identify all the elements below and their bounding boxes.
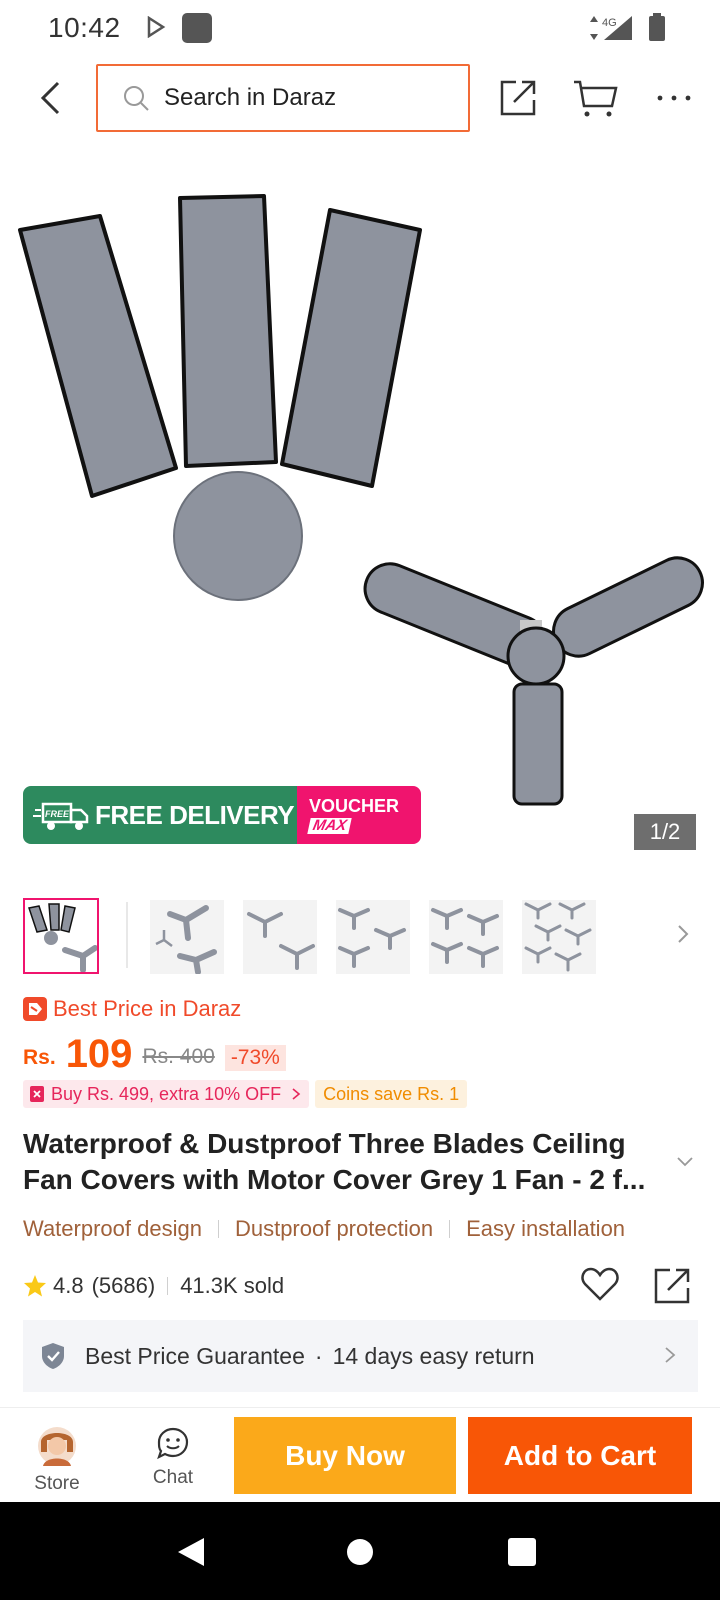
guarantee-text: Best Price Guarantee [85,1342,305,1369]
status-bar: 10:42 4G [0,0,720,56]
shield-check-icon [42,1343,64,1369]
app-notification-icon [182,13,212,43]
image-page-indicator: 1/2 [634,814,696,850]
rating-value: 4.8 [53,1273,84,1298]
thumbnail-1[interactable] [23,898,99,974]
back-arrow-icon [40,81,60,115]
battery-icon [649,13,665,41]
system-navigation-bar [0,1502,720,1600]
feature-highlights: Waterproof design Dustproof protection E… [23,1214,703,1244]
product-image [18,194,704,806]
buy-more-promo[interactable]: Buy Rs. 499, extra 10% OFF [23,1080,310,1108]
network-type: 4G [602,17,617,29]
voucher-max-badge: VOUCHER MAX [297,786,421,844]
free-delivery-label: FREE DELIVERY [95,799,295,830]
nav-recents-icon[interactable] [508,1538,536,1566]
search-input[interactable]: Search in Daraz [96,64,470,132]
product-title[interactable]: Waterproof & Dustproof Three Blades Ceil… [23,1126,663,1198]
buy-more-text: Buy Rs. 499, extra 10% OFF [51,1083,282,1104]
nav-home-icon[interactable] [346,1538,374,1566]
feature-item: Waterproof design [23,1216,202,1241]
nav-back-icon[interactable] [176,1536,206,1568]
feature-item: Easy installation [466,1216,626,1241]
signal-icon: 4G [590,16,632,40]
coins-save-tag[interactable]: Coins save Rs. 1 [315,1080,468,1108]
sold-count: 41.3K sold [180,1273,285,1298]
original-price: Rs. 400 [142,1045,215,1068]
bottom-action-bar: Store Chat Buy Now Add to Cart [0,1407,720,1502]
product-title-line-2: Fan Covers with Motor Cover Grey 1 Fan -… [23,1164,646,1195]
thumbnail-6[interactable] [522,900,596,974]
best-price-text: Best Price in Daraz [53,996,242,1021]
search-placeholder: Search in Daraz [164,84,337,111]
rating-count: (5686) [91,1273,156,1298]
play-store-icon [147,16,166,38]
thumbnail-image [338,908,406,968]
return-policy-text: 14 days easy return [332,1342,535,1369]
store-button[interactable]: Store [22,1426,92,1496]
share-icon[interactable] [650,1264,694,1308]
star-icon [24,1275,46,1297]
price-row: Rs. 109 Rs. 400 -73% [23,1026,286,1076]
store-avatar-icon [38,1427,76,1466]
discount-badge: -73% [224,1045,286,1071]
thumbnail-3[interactable] [243,900,317,974]
guarantee-bar[interactable]: Best Price Guarantee · 14 days easy retu… [23,1320,698,1392]
voucher-label: VOUCHER [309,795,400,816]
thumbnail-5[interactable] [429,900,503,974]
thumbnail-image [524,902,592,972]
status-time: 10:42 [48,12,121,43]
best-price-label: Best Price in Daraz [23,994,241,1024]
voucher-icon [30,1086,44,1102]
chat-icon [157,1427,189,1460]
product-image-gallery[interactable] [0,150,720,870]
thumbnail-image [431,908,499,968]
thumbnail-2[interactable] [150,900,224,975]
max-label: MAX [307,817,353,834]
divider [167,1277,169,1295]
wishlist-heart-icon[interactable] [580,1264,620,1304]
chevron-right-icon [665,1347,676,1363]
separator-dot: · [314,1342,323,1369]
thumbnail-image [247,912,315,970]
currency: Rs. [23,1046,56,1069]
share-button[interactable] [496,76,540,120]
rating-row[interactable]: 4.8 (5686) 41.3K sold [23,1270,284,1302]
cart-button[interactable] [572,76,618,120]
thumbnail-image [155,905,217,975]
chat-button[interactable]: Chat [138,1426,208,1496]
product-title-line-1: Waterproof & Dustproof Three Blades Ceil… [23,1128,626,1159]
free-small-label: FREE [45,809,70,819]
chevron-right-icon [292,1088,301,1100]
store-label: Store [34,1473,80,1494]
divider [449,1220,451,1238]
buy-now-button[interactable]: Buy Now [234,1417,456,1494]
thumbnail-strip [0,898,720,978]
top-bar: Search in Daraz [0,62,720,134]
feature-item: Dustproof protection [234,1216,434,1241]
free-delivery-badge: FREE FREE DELIVERY [23,786,297,844]
thumbnail-divider [126,902,128,968]
more-icon[interactable] [652,76,696,120]
current-price: 109 [65,1032,133,1076]
divider [217,1220,219,1238]
thumbnail-4[interactable] [336,900,410,974]
free-delivery-voucher-banner: FREE FREE DELIVERY VOUCHER MAX [23,786,421,844]
promo-tags: Buy Rs. 499, extra 10% OFF Coins save Rs… [23,1080,468,1108]
price-tag-icon [23,997,47,1021]
add-to-cart-button[interactable]: Add to Cart [468,1417,692,1494]
chevron-right-icon[interactable] [676,924,690,944]
search-icon [124,86,149,111]
thumbnail-image [28,903,98,973]
delivery-truck-icon: FREE [33,802,89,830]
back-button[interactable] [30,76,70,120]
chat-label: Chat [152,1467,194,1488]
chevron-down-icon[interactable] [676,1156,694,1168]
